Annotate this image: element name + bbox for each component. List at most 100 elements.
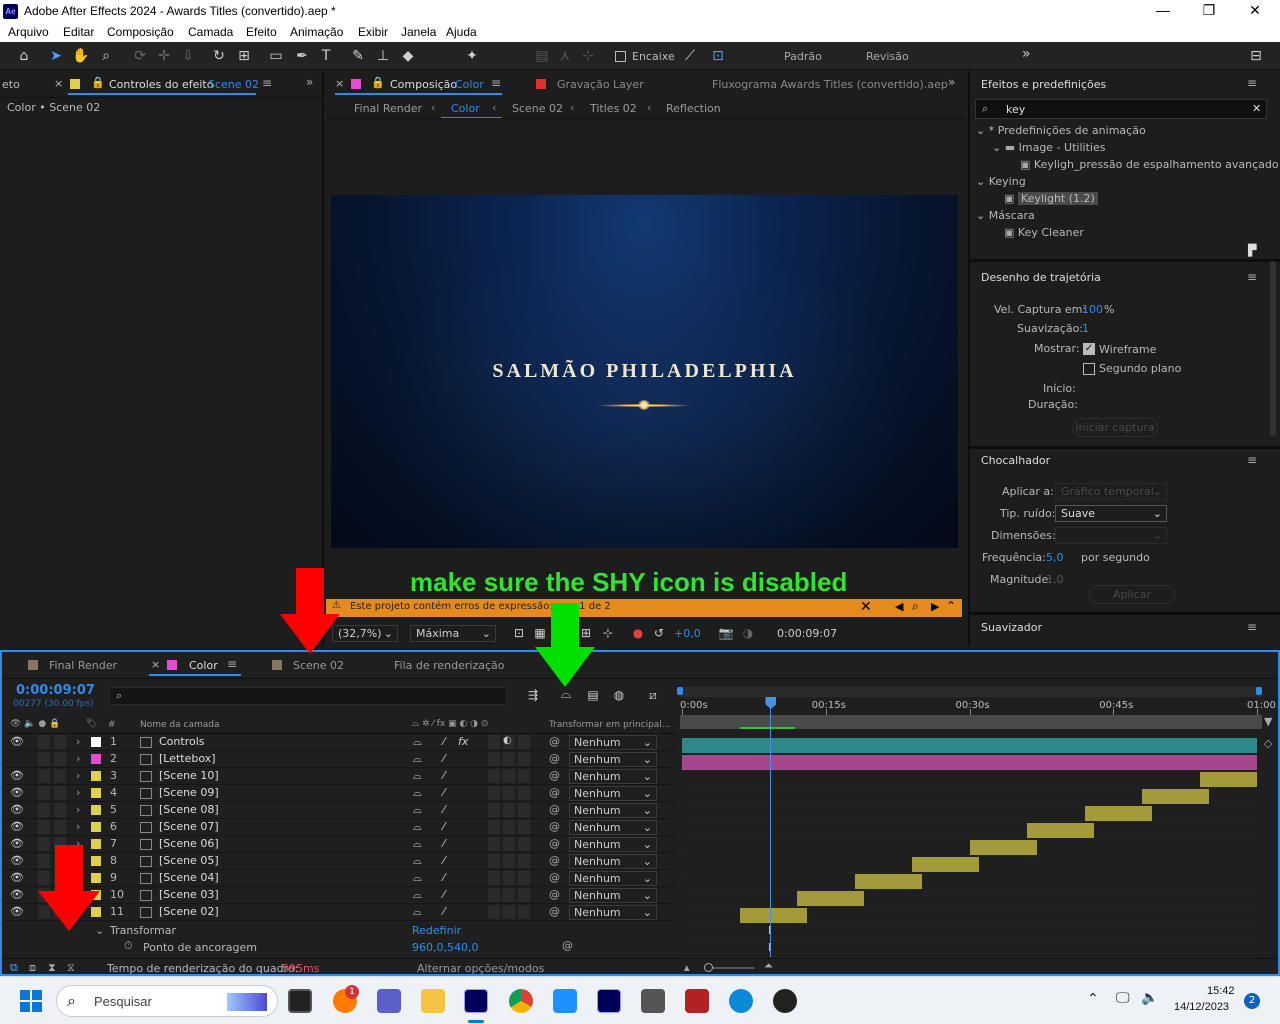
snap-mode-icon[interactable]: ⟋ [680, 46, 700, 66]
layer-row[interactable]: 👁 › 5 [Scene 08] ⌓ ⁄ @ Nenhum ⌄ [6, 802, 676, 819]
tab-scene-02[interactable]: Scene 02 [293, 659, 344, 672]
motion-sketch-menu-icon[interactable]: ≡ [1247, 270, 1257, 284]
visibility-eye-icon[interactable]: 👁 [10, 854, 24, 867]
workspace-padrao[interactable]: Padrão [784, 50, 822, 63]
region-of-interest-icon[interactable]: ⊡ [509, 623, 529, 643]
expression-pickwhip-icon[interactable]: @ [562, 939, 573, 952]
tree-item-image-utilities[interactable]: ⌄ ▬ Image - Utilities [992, 141, 1105, 154]
panel-overflow-icon[interactable]: » [306, 75, 313, 89]
find-error-icon[interactable]: ⌕ [912, 599, 919, 614]
motion-blur-switch[interactable] [488, 888, 500, 902]
3d-switch[interactable] [518, 888, 530, 902]
noise-type-dropdown[interactable]: Suave ⌄ [1055, 505, 1167, 522]
tab-color[interactable]: Color [189, 659, 218, 672]
expand-chevron-icon[interactable]: › [76, 786, 80, 799]
parent-dropdown[interactable]: Nenhum ⌄ [569, 786, 657, 801]
prev-error-icon[interactable]: ◀ [895, 600, 903, 613]
layer-duration-bar[interactable] [1142, 789, 1210, 804]
capture-speed-value[interactable]: 100 [1082, 303, 1103, 316]
shy-switch-icon[interactable]: ⌓ [413, 786, 422, 800]
wiggler-menu-icon[interactable]: ≡ [1247, 453, 1257, 467]
quality-switch-icon[interactable]: ⁄ [443, 752, 445, 765]
flowchart-tab[interactable]: Fluxograma Awards Titles (convertido).ae… [712, 78, 948, 91]
universal-icon[interactable]: ⊹ [578, 46, 598, 66]
breadcrumb-reflection[interactable]: Reflection [666, 102, 721, 115]
adjustment-switch[interactable] [503, 769, 515, 783]
home-icon[interactable]: ⌂ [14, 46, 34, 66]
adjustment-switch[interactable]: ◐ [503, 735, 515, 749]
comp-overflow-icon[interactable]: » [948, 75, 955, 89]
clone-stamp-tool-icon[interactable]: ⊥ [373, 46, 393, 66]
show-snapshot-icon[interactable]: ◑ [738, 623, 758, 643]
adjustment-switch[interactable] [503, 837, 515, 851]
workspace-more[interactable]: » [1022, 46, 1031, 62]
layer-tab[interactable]: Gravação Layer [557, 78, 644, 91]
menu-arquivo[interactable]: Arquivo [8, 25, 49, 39]
selection-tool-icon[interactable]: ➤ [46, 46, 66, 66]
tree-item-keying[interactable]: ⌄ Keying [976, 175, 1026, 188]
shy-switch-icon[interactable]: ⌓ [413, 837, 422, 851]
dimensions-dropdown[interactable]: ⌄ [1055, 527, 1167, 544]
parent-pickwhip-icon[interactable]: @ [549, 905, 560, 918]
parent-dropdown[interactable]: Nenhum ⌄ [569, 803, 657, 818]
transfer-controls-toggle-icon[interactable]: ⧈ [29, 961, 36, 975]
parent-dropdown[interactable]: Nenhum ⌄ [569, 752, 657, 767]
zoom-in-icon[interactable]: ⏶ [764, 959, 773, 973]
tab-render-queue[interactable]: Fila de renderização [394, 659, 505, 672]
brush-tool-icon[interactable]: ✎ [348, 46, 368, 66]
shy-switch-icon[interactable]: ⌓ [413, 871, 422, 885]
viewer-timecode[interactable]: 0:00:09:07 [777, 627, 837, 640]
type-tool-icon[interactable]: T [316, 46, 336, 66]
media-player-icon[interactable] [773, 989, 797, 1013]
layer-row[interactable]: 👁›8[Scene 05]⌓⁄@Nenhum⌄ [6, 853, 676, 870]
apply-to-dropdown[interactable]: Gráfico temporal ⌄ [1055, 483, 1167, 500]
visibility-eye-icon[interactable]: 👁 [10, 905, 24, 918]
work-area-bar[interactable] [677, 687, 1262, 697]
clock-time[interactable]: 15:42 [1207, 985, 1235, 997]
maximize-button[interactable]: ❐ [1199, 2, 1219, 19]
breadcrumb-titles-02[interactable]: Titles 02 [590, 102, 637, 115]
work-area-start-handle[interactable] [677, 687, 683, 695]
av-features-header-icon[interactable]: 👁 🔈 ● 🔒 [10, 719, 60, 729]
motion-blur-switch[interactable] [488, 820, 500, 834]
winrar-icon[interactable] [685, 989, 709, 1013]
3d-switch[interactable] [518, 752, 530, 766]
lock-toggle[interactable] [54, 735, 66, 749]
parent-pickwhip-icon[interactable]: @ [549, 786, 560, 799]
frequency-value[interactable]: 5,0 [1046, 551, 1064, 564]
graph-editor-icon[interactable]: ⧄ [643, 685, 663, 705]
after-effects-taskbar-icon[interactable] [464, 989, 488, 1013]
layer-label-color[interactable] [91, 788, 101, 798]
layer-label-color[interactable] [91, 754, 101, 764]
layer-row[interactable]: 👁›9[Scene 04]⌓⁄@Nenhum⌄ [6, 870, 676, 887]
comp-navigator-icon[interactable]: ◇ [1264, 737, 1272, 750]
tree-item-keylight-preset[interactable]: ▣ Keyligh_pressão de espalhamento avança… [1020, 158, 1279, 171]
tree-item-keylight[interactable]: ▣ Keylight (1.2) [1004, 192, 1098, 205]
quality-switch-icon[interactable]: ⁄ [443, 854, 445, 867]
panel-menu-icon[interactable]: ≡ [262, 76, 272, 90]
label-header-icon[interactable]: 🏷 [86, 719, 97, 729]
layer-switches-toggle-icon[interactable]: ⧉ [10, 961, 18, 975]
shy-switch-icon[interactable]: ⌓ [413, 752, 422, 766]
magnitude-value[interactable]: 1,0 [1046, 573, 1064, 586]
parent-dropdown[interactable]: Nenhum ⌄ [569, 837, 657, 852]
effects-menu-icon[interactable]: ≡ [1247, 76, 1257, 90]
close-tab-icon[interactable]: × [54, 77, 63, 90]
layer-duration-bar[interactable] [797, 891, 865, 906]
comp-menu-icon[interactable]: ≡ [491, 76, 501, 90]
shy-layers-icon[interactable]: ⌓ [556, 685, 576, 705]
shy-switch-icon[interactable]: ⌓ [413, 769, 422, 783]
shy-switch-icon[interactable]: ⌓ [413, 735, 422, 749]
parent-dropdown[interactable]: Nenhum ⌄ [569, 888, 657, 903]
layer-label-color[interactable] [91, 822, 101, 832]
timeline-scrollbar[interactable]: ▼ ◇ [1264, 715, 1274, 955]
channels-icon[interactable]: ● [628, 623, 648, 643]
next-error-icon[interactable]: ▶ [931, 600, 939, 613]
apply-button[interactable]: Aplicar [1089, 585, 1175, 604]
share-icon[interactable]: ⊟ [1246, 46, 1266, 66]
shy-switch-icon[interactable]: ⌓ [413, 888, 422, 902]
layer-label-color[interactable] [91, 737, 101, 747]
layer-duration-bar[interactable] [1027, 823, 1095, 838]
solo-toggle[interactable] [38, 735, 50, 749]
expand-chevron-icon[interactable]: › [76, 820, 80, 833]
